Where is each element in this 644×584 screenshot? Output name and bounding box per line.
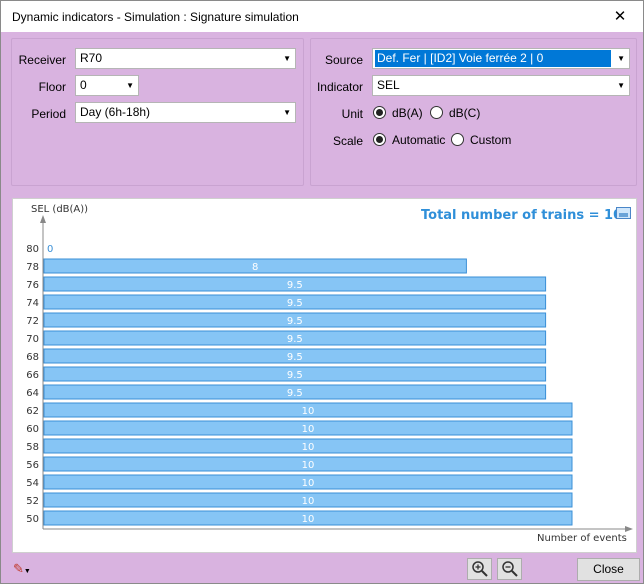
bar-value-label: 10 <box>302 514 315 525</box>
edit-icon[interactable]: ✎▼ <box>13 561 31 577</box>
floor-select[interactable]: 0 ▼ <box>75 75 139 96</box>
dialog-window: Dynamic indicators - Simulation : Signat… <box>0 0 644 584</box>
chevron-down-icon: ▼ <box>617 54 625 63</box>
x-axis-arrow <box>625 526 633 532</box>
bar-value-label: 10 <box>302 406 315 417</box>
scale-custom-radio[interactable]: Custom <box>451 133 511 147</box>
period-label: Period <box>31 107 66 121</box>
bar-value-label: 9.5 <box>287 370 303 381</box>
zoom-in-button[interactable] <box>467 558 492 580</box>
y-tick-label: 60 <box>26 424 39 435</box>
bar-value-label: 9.5 <box>287 316 303 327</box>
y-tick-label: 52 <box>26 496 39 507</box>
y-tick-label: 74 <box>26 298 39 309</box>
source-select[interactable]: Def. Fer | [ID2] Voie ferrée 2 | 0 ▼ <box>372 48 630 69</box>
y-tick-label: 56 <box>26 460 39 471</box>
bar-value-label: 9.5 <box>287 334 303 345</box>
unit-dba-label: dB(A) <box>392 106 423 120</box>
title-bar: Dynamic indicators - Simulation : Signat… <box>1 1 643 32</box>
y-tick-label: 66 <box>26 370 39 381</box>
zoom-out-button[interactable] <box>497 558 522 580</box>
window-close-button[interactable]: ✕ <box>597 1 643 32</box>
scale-label: Scale <box>332 134 363 148</box>
radio-icon <box>430 106 443 119</box>
radio-selected-icon <box>373 133 386 146</box>
zoom-out-icon <box>501 561 518 577</box>
y-tick-label: 78 <box>26 262 39 273</box>
unit-dbc-label: dB(C) <box>449 106 481 120</box>
x-axis-label: Number of events <box>537 533 627 544</box>
y-tick-label: 62 <box>26 406 39 417</box>
chevron-down-icon: ▼ <box>617 81 625 90</box>
bar-value-label: 9.5 <box>287 298 303 309</box>
y-tick-label: 64 <box>26 388 39 399</box>
zoom-in-icon <box>471 561 488 577</box>
unit-dbc-radio[interactable]: dB(C) <box>430 106 480 120</box>
receiver-select[interactable]: R70 ▼ <box>75 48 296 69</box>
bar-value-label: 9.5 <box>287 352 303 363</box>
y-tick-label: 54 <box>26 478 39 489</box>
scale-automatic-label: Automatic <box>392 133 446 147</box>
chevron-down-icon: ▼ <box>126 81 134 90</box>
period-select[interactable]: Day (6h-18h) ▼ <box>75 102 296 123</box>
period-value: Day (6h-18h) <box>80 105 151 119</box>
y-tick-label: 76 <box>26 280 39 291</box>
source-value: Def. Fer | [ID2] Voie ferrée 2 | 0 <box>375 50 611 67</box>
unit-label: Unit <box>341 107 363 121</box>
indicator-select[interactable]: SEL ▼ <box>372 75 630 96</box>
bar-chart: 80 0 78 8 76 9.5 74 9.5 72 9.5 70 9.5 68 9.5 66 9.5 64 9.… <box>26 215 633 532</box>
source-panel: Source Def. Fer | [ID2] Voie ferrée 2 | … <box>310 38 637 186</box>
radio-selected-icon <box>373 106 386 119</box>
close-button[interactable]: Close <box>577 558 640 581</box>
chart-area: SEL (dB(A)) Total number of trains = 10 … <box>12 198 637 553</box>
bar-value-label: 10 <box>302 478 315 489</box>
source-label: Source <box>324 53 363 67</box>
chevron-down-icon: ▼ <box>283 54 291 63</box>
bar-value-label: 10 <box>302 496 315 507</box>
y-tick-label: 58 <box>26 442 39 453</box>
y-tick-label: 80 <box>26 244 39 255</box>
chevron-down-icon: ▼ <box>283 108 291 117</box>
indicator-value: SEL <box>377 78 400 92</box>
bar-value-label: 10 <box>302 442 315 453</box>
indicator-label: Indicator <box>316 80 363 94</box>
y-tick-label: 50 <box>26 514 39 525</box>
y-tick-label: 72 <box>26 316 39 327</box>
y-axis-arrow <box>40 215 46 223</box>
bar-value-label: 8 <box>252 262 258 273</box>
floor-label: Floor <box>38 80 66 94</box>
unit-dba-radio[interactable]: dB(A) <box>373 106 423 120</box>
radio-icon <box>451 133 464 146</box>
receiver-label: Receiver <box>18 53 66 67</box>
bar-value-label: 9.5 <box>287 280 303 291</box>
floor-value: 0 <box>80 78 87 92</box>
y-tick-label: 68 <box>26 352 39 363</box>
bar-value-label: 10 <box>302 424 315 435</box>
scale-custom-label: Custom <box>470 133 512 147</box>
bar-value-label: 10 <box>302 460 315 471</box>
receiver-value: R70 <box>80 51 103 65</box>
receiver-panel: Receiver R70 ▼ Floor 0 ▼ Period Day (6h-… <box>11 38 304 186</box>
window-title: Dynamic indicators - Simulation : Signat… <box>12 10 299 24</box>
bar-value-label: 0 <box>47 244 53 255</box>
bar-value-label: 9.5 <box>287 388 303 399</box>
y-tick-label: 70 <box>26 334 39 345</box>
scale-automatic-radio[interactable]: Automatic <box>373 133 445 147</box>
